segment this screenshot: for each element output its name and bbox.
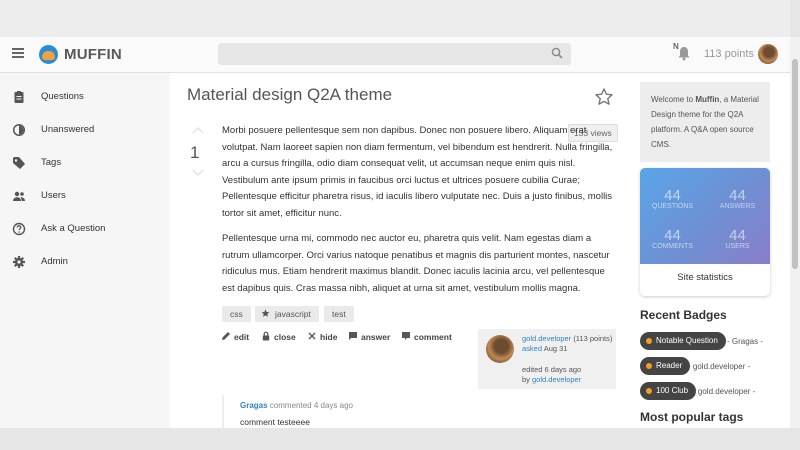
stats-grid: 44 QUESTIONS 44 ANSWERS 44 COMMENTS 44 USERS [640,168,770,264]
tag-label: javascript [275,309,311,319]
sidebar-item-users[interactable]: Users [0,182,170,210]
comment-button[interactable]: comment [401,331,452,342]
question-paragraph-2: Pellentesque urna mi, commodo nec auctor… [222,233,610,294]
badge-notable-question[interactable]: Notable Question [640,332,726,350]
author-line: gold.developer (113 points) [522,334,613,343]
question-paragraph-1: Morbi posuere pellentesque sem non dapib… [222,125,613,219]
welcome-box: Welcome to Muffin, a Material Design the… [640,82,770,162]
question-meta-box: gold.developer (113 points) asked Aug 31… [478,329,616,389]
popular-tags-title: Most popular tags [640,410,744,424]
gear-icon [13,256,25,268]
sidebar-item-questions[interactable]: Questions [0,83,170,111]
tag-test[interactable]: test [324,306,354,322]
comment-author-link[interactable]: Gragas [240,401,268,410]
vote-count: 1 [190,143,200,162]
tag-icon [13,157,25,169]
stat-users: 44 USERS [725,227,750,250]
sidebar-item-label: Tags [41,157,62,168]
search-icon[interactable] [551,47,563,59]
edited-by-line: by gold.developer [522,375,582,384]
author-avatar[interactable] [486,335,514,363]
editor-link[interactable]: gold.developer [532,375,581,384]
close-button[interactable]: close [261,331,296,342]
author-link[interactable]: gold.developer [522,334,571,343]
bottom-strip [0,428,800,450]
menu-icon[interactable] [12,48,24,58]
user-points: 113 points [704,48,754,60]
comment-meta: Gragas commented 4 days ago [240,401,353,410]
sidebar-item-label: Users [41,190,66,201]
sidebar-item-label: Questions [41,91,84,102]
vote-up-icon[interactable] [192,127,204,134]
stat-questions: 44 QUESTIONS [651,187,694,210]
logo-icon[interactable] [39,45,58,64]
lock-icon [262,331,270,341]
sidebar-item-label: Ask a Question [41,223,106,234]
sidebar-item-label: Admin [41,256,68,267]
sidebar-item-unanswered[interactable]: Unanswered [0,116,170,144]
badge-user[interactable]: - gold.developer - [693,387,755,396]
comment-icon [402,332,410,340]
asked-line: asked Aug 31 [522,344,568,353]
stat-answers: 44 ANSWERS [719,187,756,210]
vote-box: 1 [188,123,208,179]
help-circle-icon [12,222,26,236]
sidebar-item-admin[interactable]: Admin [0,248,170,276]
badge-reader[interactable]: Reader [640,357,691,375]
search-input[interactable] [218,43,571,65]
stat-comments: 44 COMMENTS [652,227,693,250]
answer-button[interactable]: answer [348,331,390,342]
scrollbar[interactable] [790,37,800,430]
badge-100-club[interactable]: 100 Club [640,382,697,400]
star-icon [261,309,270,317]
star-icon[interactable] [594,87,614,107]
clipboard-icon [14,91,24,103]
main-content: Material design Q2A theme 1 133 views Mo… [170,73,632,428]
right-sidebar: Welcome to Muffin, a Material Design the… [632,73,790,428]
sidebar: Questions Unanswered Tags Users Ask a Qu… [0,73,170,428]
scroll-thumb[interactable] [792,59,798,269]
users-icon [13,191,25,201]
comment-divider [222,395,224,428]
page-title: Material design Q2A theme [187,85,393,104]
badge-dot [646,338,652,344]
tag-javascript[interactable]: javascript [255,306,319,322]
sidebar-item-ask-question[interactable]: Ask a Question [0,215,170,243]
comment-text: comment testeeee [240,417,310,427]
badge-dot [646,388,652,394]
badge-dot [646,363,652,369]
badge-user[interactable]: - Gragas - [727,337,763,346]
logo-text[interactable]: MUFFIN [64,46,122,63]
badge-user[interactable]: - gold.developer - [688,362,750,371]
edit-button[interactable]: edit [221,331,249,342]
recent-badges-title: Recent Badges [640,308,727,322]
user-avatar[interactable] [758,44,778,64]
stats-label: Site statistics [677,272,733,283]
notifications-button[interactable]: N [673,42,695,64]
pencil-icon [222,332,230,340]
hide-button[interactable]: hide [307,331,337,342]
chat-icon [349,332,357,340]
sidebar-item-label: Unanswered [41,124,95,135]
site-statistics-card[interactable]: 44 QUESTIONS 44 ANSWERS 44 COMMENTS 44 USERS… [640,168,770,296]
edited-line: edited 6 days ago [522,365,582,374]
app-bar: MUFFIN N 113 points [0,37,790,73]
sidebar-item-tags[interactable]: Tags [0,149,170,177]
tag-css[interactable]: css [222,306,251,322]
bell-icon [678,47,690,61]
vote-down-icon[interactable] [192,169,204,176]
close-icon [308,332,316,340]
half-circle-icon [12,123,26,137]
